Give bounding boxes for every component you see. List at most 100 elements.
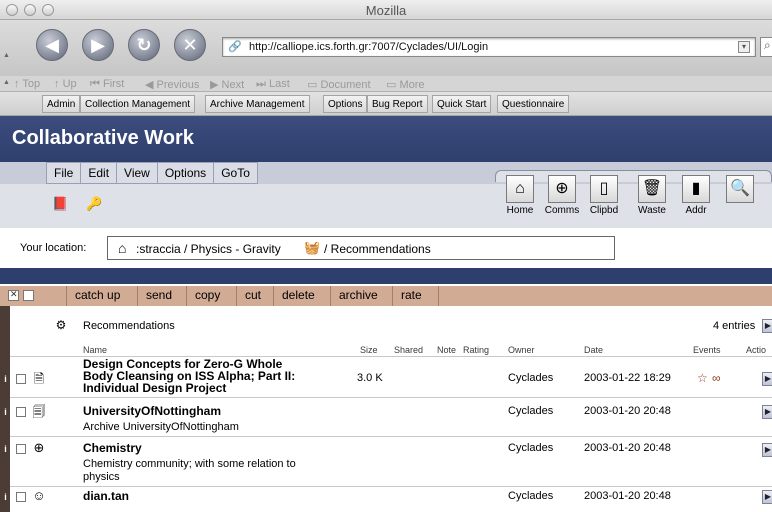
rate-button[interactable]: rate xyxy=(392,286,430,306)
home-icon[interactable]: ⌂ xyxy=(118,240,126,256)
search-icon: 🔍 xyxy=(726,175,754,203)
archive-icon: 🗐 xyxy=(32,404,46,419)
sitenav-top[interactable]: ↑ Top xyxy=(14,78,40,90)
cut-button[interactable]: cut xyxy=(236,286,269,306)
sitenav-last[interactable]: ⏭ Last xyxy=(256,78,290,91)
location-path: ⌂ :straccia / Physics - Gravity 🧺 / Reco… xyxy=(107,236,615,260)
entry-name-link[interactable]: UniversityOfNottingham xyxy=(83,405,221,417)
site-navigation-bar: ▲ ↑ Top ↑ Up ⏮ First ◀ Previous ▶ Next ⏭… xyxy=(0,76,772,92)
toolbar-bug-report[interactable]: Bug Report xyxy=(367,95,428,113)
toolbar-quick-start[interactable]: Quick Start xyxy=(432,95,492,113)
menu-edit[interactable]: Edit xyxy=(80,162,118,184)
clipboard-icon: ▯ xyxy=(590,175,618,203)
url-dropdown-icon[interactable]: ▾ xyxy=(738,41,750,53)
entry-owner: Cyclades xyxy=(508,490,554,502)
location-path-part1[interactable]: :straccia / Physics - Gravity xyxy=(136,242,281,256)
action-bar: catch up send copy cut delete archive ra… xyxy=(0,286,772,306)
sitenav-up[interactable]: ↑ Up xyxy=(54,78,77,90)
search-tool-button[interactable]: 🔍 xyxy=(718,175,762,205)
book-icon[interactable]: 📕 xyxy=(52,196,68,212)
entry-owner: Cyclades xyxy=(508,442,554,454)
home-icon: ⌂ xyxy=(506,175,534,203)
personal-toolbar: Admin Collection Management Archive Mana… xyxy=(0,92,772,116)
row-action-arrow-icon[interactable]: ▶ xyxy=(762,405,772,419)
entry-name-link[interactable]: Chemistry xyxy=(83,442,142,454)
column-size[interactable]: Size xyxy=(360,345,378,355)
entry-count: 4 entries xyxy=(713,320,756,332)
menu-file[interactable]: File xyxy=(46,162,82,184)
address-book-icon: ▮ xyxy=(682,175,710,203)
column-actions[interactable]: Actio xyxy=(746,345,766,355)
column-name[interactable]: Name xyxy=(83,345,107,355)
archive-button[interactable]: archive xyxy=(330,286,386,306)
url-text: http://calliope.ics.forth.gr:7007/Cyclad… xyxy=(249,41,489,53)
comms-button[interactable]: ⊕ Comms xyxy=(540,175,584,216)
clipboard-button[interactable]: ▯ Clipbd xyxy=(582,175,626,216)
table-action-arrow-icon[interactable]: ▶ xyxy=(762,319,772,333)
entry-description: Archive UniversityOfNottingham xyxy=(83,421,239,433)
send-button[interactable]: send xyxy=(137,286,180,306)
row-action-arrow-icon[interactable]: ▶ xyxy=(762,490,772,504)
toolbar-admin[interactable]: Admin xyxy=(42,95,81,113)
back-button[interactable]: ◀ xyxy=(36,29,68,61)
address-bar[interactable]: 🔗 http://calliope.ics.forth.gr:7007/Cycl… xyxy=(222,37,756,57)
community-globe-icon: ⊕ xyxy=(33,440,45,455)
select-all-checkbox[interactable] xyxy=(8,289,19,301)
row-checkbox[interactable] xyxy=(16,407,26,417)
copy-button[interactable]: copy xyxy=(186,286,228,306)
location-row: Your location: ⌂ :straccia / Physics - G… xyxy=(0,228,772,268)
waste-button[interactable]: 🗑 Waste xyxy=(630,175,674,216)
entry-date: 2003-01-20 20:48 xyxy=(584,490,671,502)
row-checkbox[interactable] xyxy=(16,374,26,384)
menu-view[interactable]: View xyxy=(116,162,158,184)
info-icon[interactable]: i xyxy=(2,407,9,417)
toolbar-questionnaire[interactable]: Questionnaire xyxy=(497,95,570,113)
search-button[interactable]: ⌕ xyxy=(760,37,772,57)
row-checkbox[interactable] xyxy=(16,492,26,502)
column-events[interactable]: Events xyxy=(693,345,721,355)
entry-name-link[interactable]: dian.tan xyxy=(83,490,129,502)
sitenav-first[interactable]: ⏮ First xyxy=(90,78,124,91)
sitenav-document[interactable]: ▭ Document xyxy=(307,78,371,91)
row-action-arrow-icon[interactable]: ▶ xyxy=(762,372,772,386)
column-rating[interactable]: Rating xyxy=(463,345,489,355)
sitenav-more[interactable]: ▭ More xyxy=(386,78,425,91)
catch-up-button[interactable]: catch up xyxy=(66,286,128,306)
toolbar-collapse-icon[interactable]: ▲ xyxy=(3,52,10,59)
info-icon[interactable]: i xyxy=(2,492,9,502)
entry-owner: Cyclades xyxy=(508,372,554,384)
deselect-all-checkbox[interactable] xyxy=(23,290,34,301)
event-star-icon[interactable]: ☆ xyxy=(697,371,708,385)
column-owner[interactable]: Owner xyxy=(508,345,535,355)
entry-date: 2003-01-20 20:48 xyxy=(584,405,671,417)
toolbar-archive-management[interactable]: Archive Management xyxy=(205,95,310,113)
address-book-button[interactable]: ▮ Addr xyxy=(674,175,718,216)
toolbar-options[interactable]: Options xyxy=(323,95,368,113)
document-icon: 🗎 xyxy=(33,371,45,386)
column-note[interactable]: Note xyxy=(437,345,456,355)
navigation-toolbar: ▲ ◀ ▶ ↻ ✕ 🔗 http://calliope.ics.forth.gr… xyxy=(0,20,772,76)
toolbar-collection-management[interactable]: Collection Management xyxy=(80,95,196,113)
home-button[interactable]: ⌂ Home xyxy=(498,175,542,216)
row-action-arrow-icon[interactable]: ▶ xyxy=(762,443,772,457)
entry-name-link[interactable]: Design Concepts for Zero-G Whole Body Cl… xyxy=(83,358,295,394)
info-icon[interactable]: i xyxy=(2,374,9,384)
sitenav-previous[interactable]: ◀ Previous xyxy=(145,78,199,91)
column-shared[interactable]: Shared xyxy=(394,345,423,355)
key-icon[interactable]: 🔑 xyxy=(86,196,102,212)
page-icon: 🔗 xyxy=(228,41,242,53)
trash-icon: 🗑 xyxy=(638,175,666,203)
reload-button[interactable]: ↻ xyxy=(128,29,160,61)
delete-button[interactable]: delete xyxy=(273,286,323,306)
stop-button[interactable]: ✕ xyxy=(174,29,206,61)
sitenav-collapse-icon[interactable]: ▲ xyxy=(3,79,10,86)
menu-options[interactable]: Options xyxy=(156,162,215,184)
info-icon[interactable]: i xyxy=(2,444,9,454)
event-glasses-icon[interactable]: ∞ xyxy=(712,371,721,385)
sitenav-next[interactable]: ▶ Next xyxy=(210,78,244,91)
column-date[interactable]: Date xyxy=(584,345,603,355)
forward-button[interactable]: ▶ xyxy=(82,29,114,61)
menu-goto[interactable]: GoTo xyxy=(213,162,258,184)
row-checkbox[interactable] xyxy=(16,444,26,454)
page-title: Collaborative Work xyxy=(12,127,194,149)
